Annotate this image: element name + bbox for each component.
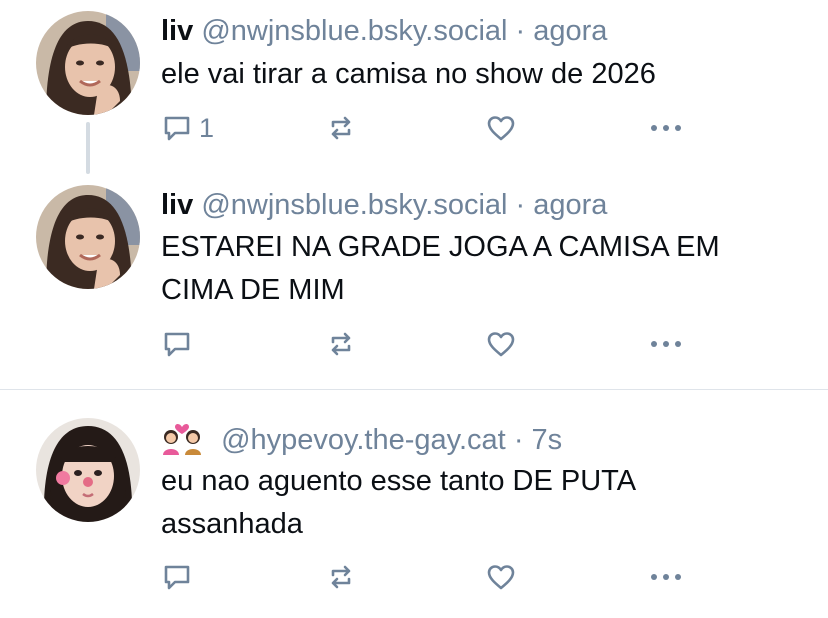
repost-icon bbox=[325, 112, 357, 144]
heart-icon bbox=[485, 112, 517, 144]
reply-button[interactable] bbox=[161, 327, 199, 361]
reply-icon bbox=[161, 112, 193, 144]
more-icon bbox=[649, 561, 683, 593]
avatar[interactable] bbox=[36, 11, 140, 115]
repost-icon bbox=[325, 561, 357, 593]
handle[interactable]: @nwjnsblue.bsky.social bbox=[201, 15, 507, 47]
repost-button[interactable] bbox=[325, 111, 357, 145]
reply-button[interactable] bbox=[161, 560, 199, 594]
heart-icon bbox=[485, 328, 517, 360]
display-name[interactable]: liv bbox=[161, 15, 193, 47]
post-actions bbox=[161, 560, 701, 594]
post-text: ESTAREI NA GRADE JOGA A CAMISA EM CIMA D… bbox=[161, 231, 720, 306]
reply-count: 1 bbox=[199, 112, 215, 143]
post-header: liv @nwjnsblue.bsky.social · agora bbox=[161, 188, 607, 222]
post-text: ele vai tirar a camisa no show de 2026 bbox=[161, 58, 656, 90]
repost-button[interactable] bbox=[325, 327, 357, 361]
like-button[interactable] bbox=[485, 560, 517, 594]
couple-with-heart-emoji[interactable] bbox=[161, 421, 203, 463]
like-button[interactable] bbox=[485, 111, 517, 145]
reply-icon bbox=[161, 328, 193, 360]
more-icon bbox=[649, 328, 683, 360]
thread-line bbox=[86, 122, 90, 174]
heart-icon bbox=[485, 561, 517, 593]
repost-icon bbox=[325, 328, 357, 360]
post-actions bbox=[161, 327, 701, 361]
more-button[interactable] bbox=[649, 327, 683, 361]
separator: · bbox=[515, 15, 526, 47]
separator: · bbox=[513, 424, 524, 456]
divider bbox=[0, 389, 828, 390]
post-actions: 1 bbox=[161, 111, 701, 145]
more-button[interactable] bbox=[649, 560, 683, 594]
avatar[interactable] bbox=[36, 418, 140, 522]
timestamp[interactable]: agora bbox=[533, 15, 607, 47]
post-text: eu nao aguento esse tanto DE PUTA assanh… bbox=[161, 465, 635, 540]
post-header: liv @nwjnsblue.bsky.social · agora bbox=[161, 14, 607, 48]
separator: · bbox=[515, 189, 526, 221]
reply-icon bbox=[161, 561, 193, 593]
like-button[interactable] bbox=[485, 327, 517, 361]
post-header: @hypevoy.the-gay.cat · 7s bbox=[161, 421, 562, 463]
display-name[interactable]: liv bbox=[161, 189, 193, 221]
timestamp[interactable]: agora bbox=[533, 189, 607, 221]
reply-button[interactable]: 1 bbox=[161, 111, 214, 145]
handle[interactable]: @nwjnsblue.bsky.social bbox=[201, 189, 507, 221]
more-icon bbox=[649, 112, 683, 144]
avatar[interactable] bbox=[36, 185, 140, 289]
timestamp[interactable]: 7s bbox=[532, 424, 563, 456]
more-button[interactable] bbox=[649, 111, 683, 145]
handle[interactable]: @hypevoy.the-gay.cat bbox=[221, 424, 506, 456]
repost-button[interactable] bbox=[325, 560, 357, 594]
